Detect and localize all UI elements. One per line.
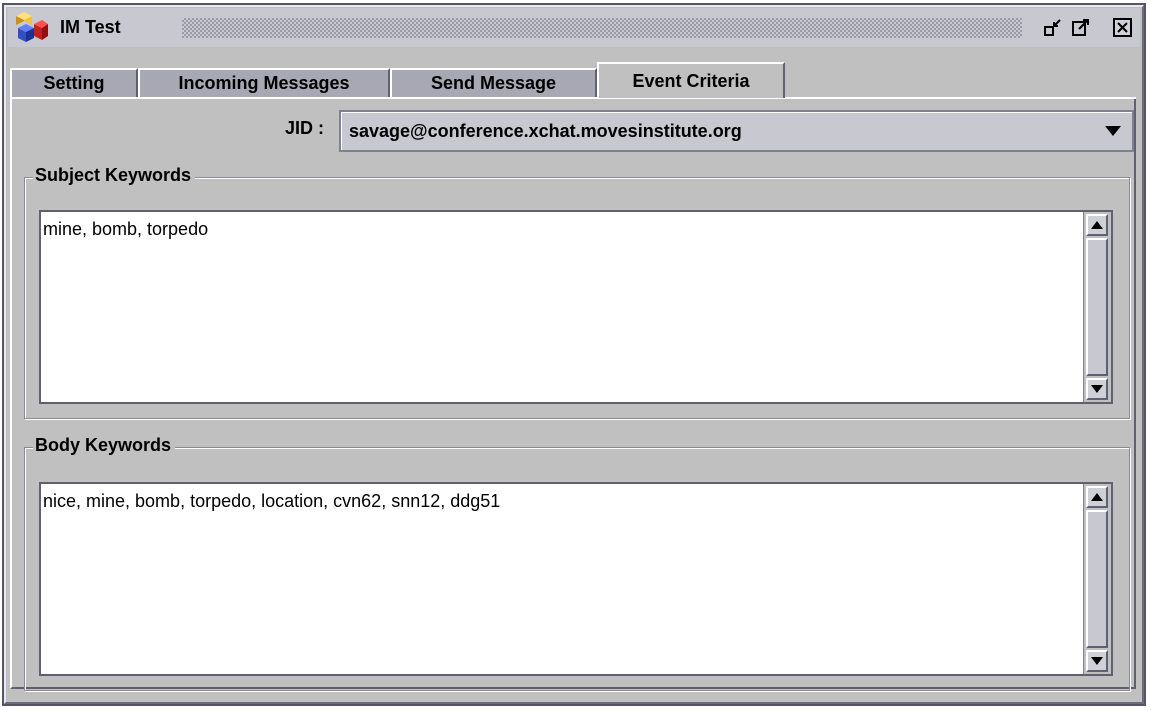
arrow-up-icon	[1091, 488, 1103, 506]
subject-keywords-textarea[interactable]: mine, bomb, torpedo	[39, 210, 1113, 404]
maximize-icon	[1070, 17, 1092, 39]
maximize-button[interactable]	[1070, 17, 1092, 39]
tab-label: Incoming Messages	[178, 73, 350, 93]
arrow-down-icon	[1091, 652, 1103, 670]
tab-incoming-messages[interactable]: Incoming Messages	[138, 68, 390, 97]
body-keywords-title: Body Keywords	[33, 435, 176, 456]
subject-keywords-text: mine, bomb, torpedo	[43, 219, 209, 239]
close-button[interactable]	[1112, 17, 1134, 39]
tab-label: Event Criteria	[632, 70, 750, 91]
scroll-up-button[interactable]	[1086, 486, 1108, 508]
body-scrollbar[interactable]	[1083, 484, 1111, 674]
scroll-down-button[interactable]	[1086, 650, 1108, 672]
tab-event-criteria[interactable]: Event Criteria	[597, 62, 785, 98]
cubes-app-icon	[14, 10, 50, 44]
tab-label: Send Message	[430, 73, 557, 93]
scroll-thumb[interactable]	[1086, 510, 1108, 648]
subject-keywords-group: Subject Keywords mine, bomb, torpedo	[24, 165, 1130, 419]
scroll-thumb[interactable]	[1086, 238, 1108, 376]
tab-strip: Setting Incoming Messages Send Message E…	[10, 62, 1136, 98]
tab-send-message[interactable]: Send Message	[390, 68, 597, 97]
scroll-down-button[interactable]	[1086, 378, 1108, 400]
jid-combobox[interactable]: savage@conference.xchat.movesinstitute.o…	[339, 110, 1134, 152]
title-bar-grip	[182, 18, 1022, 38]
arrow-up-icon	[1091, 216, 1103, 234]
body-keywords-textarea[interactable]: nice, mine, bomb, torpedo, location, cvn…	[39, 482, 1113, 676]
title-bar[interactable]: IM Test	[8, 8, 1140, 47]
subject-scrollbar[interactable]	[1083, 212, 1111, 402]
close-icon	[1112, 17, 1134, 39]
chevron-down-icon[interactable]	[1104, 124, 1122, 143]
jid-selected-value: savage@conference.xchat.movesinstitute.o…	[349, 121, 742, 141]
minimize-icon	[1042, 17, 1064, 39]
window-title: IM Test	[60, 17, 121, 37]
body-keywords-text: nice, mine, bomb, torpedo, location, cvn…	[43, 491, 501, 511]
jid-label: JID :	[285, 118, 325, 138]
tab-label: Setting	[43, 73, 105, 93]
scroll-up-button[interactable]	[1086, 214, 1108, 236]
arrow-down-icon	[1091, 380, 1103, 398]
body-keywords-group: Body Keywords nice, mine, bomb, torpedo,…	[24, 435, 1130, 691]
subject-keywords-title: Subject Keywords	[33, 165, 196, 186]
minimize-button[interactable]	[1042, 17, 1064, 39]
tab-setting[interactable]: Setting	[10, 68, 138, 97]
